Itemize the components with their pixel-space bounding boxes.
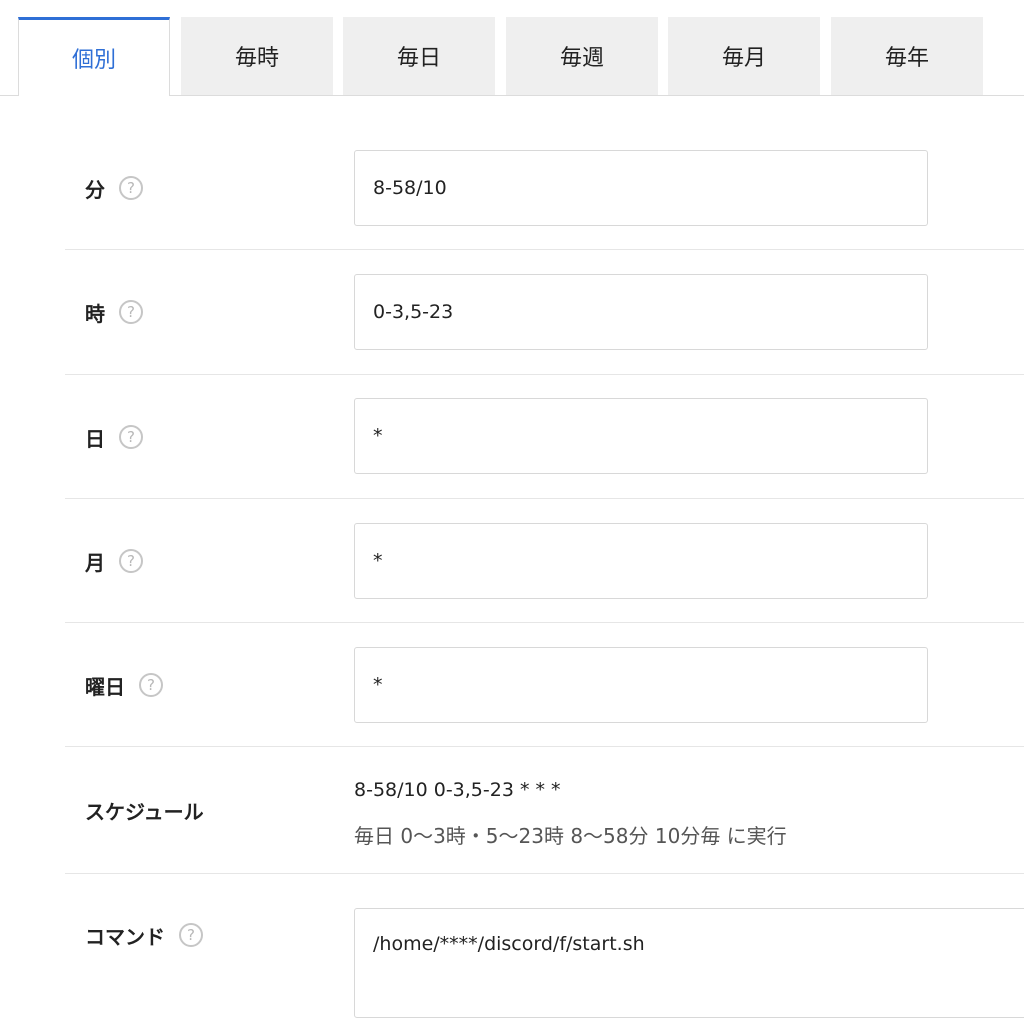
minute-label-group: 分 ?	[85, 173, 143, 203]
hour-input[interactable]	[354, 274, 928, 350]
month-label-group: 月 ?	[85, 546, 143, 576]
row-divider	[65, 498, 1024, 499]
row-divider	[65, 374, 1024, 375]
day-help-icon[interactable]: ?	[119, 425, 143, 449]
hour-label: 時	[85, 301, 105, 326]
row-divider	[65, 249, 1024, 250]
tab-individual[interactable]: 個別	[18, 17, 170, 96]
minute-input[interactable]	[354, 150, 928, 226]
schedule-expression: 8-58/10 0-3,5-23 * * *	[354, 779, 561, 801]
command-label-group: コマンド ?	[85, 920, 203, 950]
command-value: /home/****/discord/f/start.sh	[373, 933, 645, 955]
tab-hourly[interactable]: 毎時	[181, 17, 333, 95]
schedule-tab-bar: 個別 毎時 毎日 毎週 毎月 毎年	[0, 0, 1024, 96]
month-label: 月	[85, 550, 105, 575]
tab-daily[interactable]: 毎日	[343, 17, 495, 95]
schedule-label: スケジュール	[85, 799, 204, 824]
day-label-group: 日 ?	[85, 422, 143, 452]
tab-weekly[interactable]: 毎週	[506, 17, 658, 95]
command-help-icon[interactable]: ?	[179, 923, 203, 947]
month-help-icon[interactable]: ?	[119, 549, 143, 573]
weekday-input[interactable]	[354, 647, 928, 723]
day-input[interactable]	[354, 398, 928, 474]
tab-monthly[interactable]: 毎月	[668, 17, 820, 95]
command-label: コマンド	[85, 924, 165, 949]
tab-yearly[interactable]: 毎年	[831, 17, 983, 95]
hour-help-icon[interactable]: ?	[119, 300, 143, 324]
schedule-label-group: スケジュール	[85, 795, 204, 825]
weekday-label: 曜日	[85, 674, 125, 699]
hour-label-group: 時 ?	[85, 297, 143, 327]
minute-label: 分	[85, 177, 105, 202]
month-input[interactable]	[354, 523, 928, 599]
row-divider	[65, 746, 1024, 747]
weekday-label-group: 曜日 ?	[85, 670, 163, 700]
weekday-help-icon[interactable]: ?	[139, 673, 163, 697]
row-divider	[65, 622, 1024, 623]
day-label: 日	[85, 426, 105, 451]
schedule-description: 毎日 0〜3時・5〜23時 8〜58分 10分毎 に実行	[354, 824, 787, 848]
command-textarea[interactable]: /home/****/discord/f/start.sh	[354, 908, 1024, 1018]
minute-help-icon[interactable]: ?	[119, 176, 143, 200]
row-divider	[65, 873, 1024, 874]
